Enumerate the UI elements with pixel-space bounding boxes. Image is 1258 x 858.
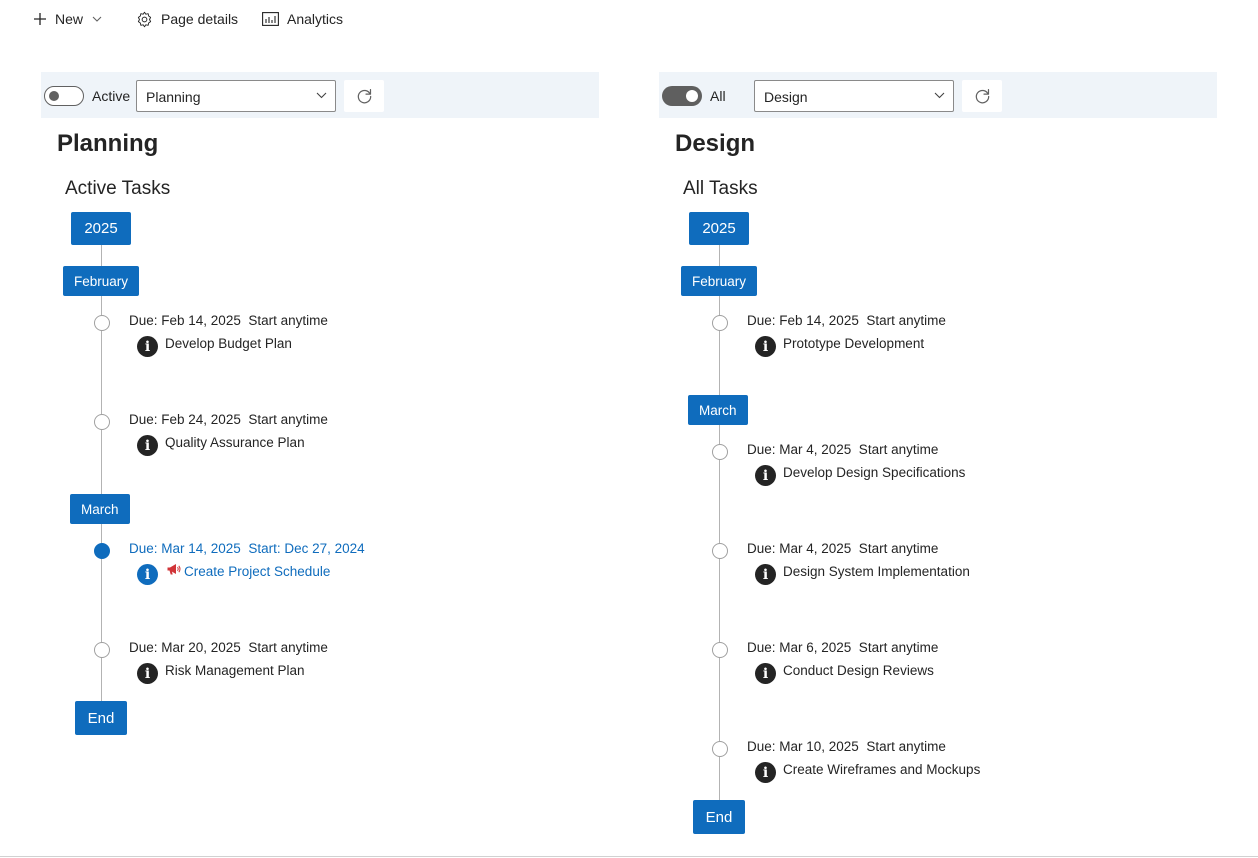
info-icon[interactable]: i (755, 663, 776, 684)
task-node (712, 642, 728, 658)
analytics-button[interactable]: Analytics (262, 9, 343, 29)
task-node (712, 315, 728, 331)
timeline: 2025 February Due: Feb 14, 2025 Start an… (41, 72, 599, 852)
page-details-label: Page details (161, 11, 239, 27)
task-node (712, 741, 728, 757)
task-node (94, 315, 110, 331)
chart-icon (262, 12, 279, 26)
task-due: Due: Feb 14, 2025 Start anytime (129, 313, 328, 328)
task-node-active (94, 543, 110, 559)
year-chip: 2025 (71, 212, 131, 245)
task-node (712, 543, 728, 559)
info-icon[interactable]: i (755, 762, 776, 783)
plus-icon (34, 13, 46, 25)
timeline: 2025 February Due: Feb 14, 2025 Start an… (659, 72, 1217, 852)
new-button-label: New (55, 11, 84, 27)
task-due: Due: Mar 14, 2025 Start: Dec 27, 2024 (129, 541, 365, 556)
task-name-link[interactable]: Create Project Schedule (184, 564, 330, 579)
task-name[interactable]: Create Wireframes and Mockups (783, 762, 980, 777)
info-icon[interactable]: i (137, 663, 158, 684)
month-chip-march: March (70, 494, 130, 524)
bottom-divider (0, 856, 1258, 857)
info-icon[interactable]: i (755, 336, 776, 357)
command-bar: New Page details Analytics (0, 0, 1258, 38)
megaphone-icon (167, 564, 181, 575)
task-node (94, 414, 110, 430)
design-panel: All Design Design All Tasks 2025 Februar… (659, 72, 1217, 852)
month-chip-march: March (688, 395, 748, 425)
info-icon[interactable]: i (137, 435, 158, 456)
page-details-button[interactable]: Page details (136, 9, 238, 29)
task-name[interactable]: Develop Design Specifications (783, 465, 965, 480)
chevron-down-icon (92, 16, 102, 22)
task-due: Due: Feb 24, 2025 Start anytime (129, 412, 328, 427)
task-name[interactable]: Design System Implementation (783, 564, 970, 579)
analytics-label: Analytics (287, 11, 344, 27)
info-icon[interactable]: i (755, 465, 776, 486)
info-icon[interactable]: i (137, 336, 158, 357)
task-name[interactable]: Prototype Development (783, 336, 924, 351)
info-icon[interactable]: i (755, 564, 776, 585)
month-chip-february: February (63, 266, 140, 296)
end-chip: End (75, 701, 127, 735)
task-node (94, 642, 110, 658)
task-due: Due: Mar 4, 2025 Start anytime (747, 541, 939, 556)
task-name[interactable]: Conduct Design Reviews (783, 663, 934, 678)
task-due: Due: Mar 10, 2025 Start anytime (747, 739, 946, 754)
task-name[interactable]: Develop Budget Plan (165, 336, 292, 351)
task-due: Due: Feb 14, 2025 Start anytime (747, 313, 946, 328)
gear-icon (137, 11, 152, 27)
task-node (712, 444, 728, 460)
year-chip: 2025 (689, 212, 749, 245)
task-due: Due: Mar 4, 2025 Start anytime (747, 442, 939, 457)
new-button[interactable]: New (33, 9, 102, 29)
task-due: Due: Mar 20, 2025 Start anytime (129, 640, 328, 655)
end-chip: End (693, 800, 745, 834)
task-name[interactable]: Quality Assurance Plan (165, 435, 305, 450)
task-name[interactable]: Risk Management Plan (165, 663, 305, 678)
planning-panel: Active Planning Planning Active Tasks 20… (41, 72, 599, 852)
month-chip-february: February (681, 266, 758, 296)
task-due: Due: Mar 6, 2025 Start anytime (747, 640, 939, 655)
info-icon[interactable]: i (137, 564, 158, 585)
